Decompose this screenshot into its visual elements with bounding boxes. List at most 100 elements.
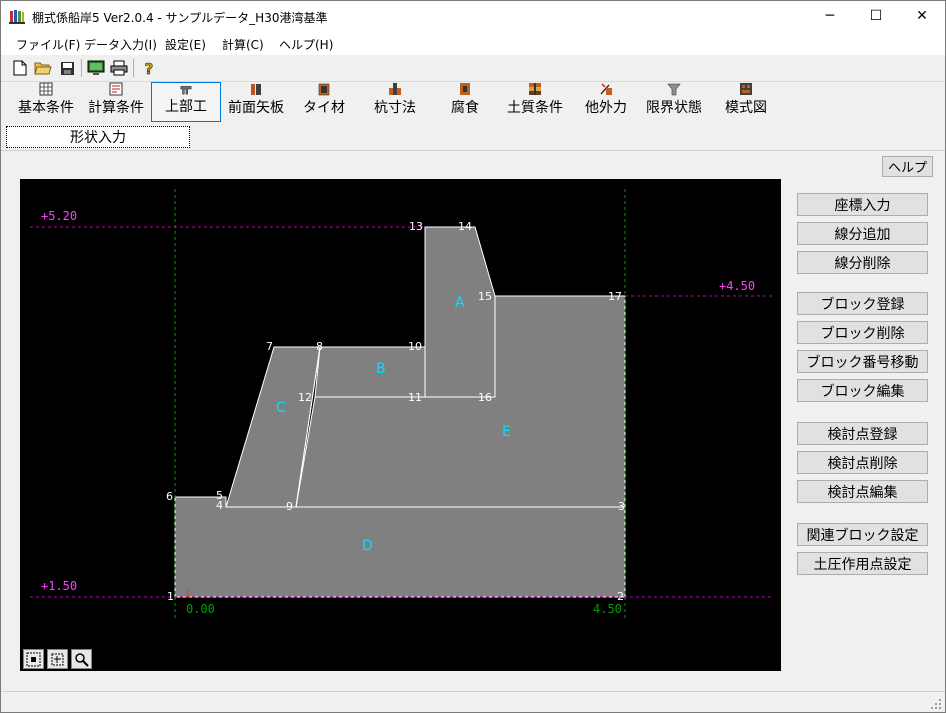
tab-limit-states[interactable]: 限界状態 — [639, 82, 709, 122]
zoom-area-button[interactable] — [47, 649, 68, 669]
tab-basic-conditions[interactable]: 基本条件 — [7, 82, 85, 122]
svg-text:?: ? — [145, 60, 154, 76]
schematic-icon — [740, 83, 752, 95]
tab-corrosion[interactable]: 腐食 — [436, 82, 494, 122]
point-label[interactable]: 17 — [608, 290, 622, 303]
tab-tie-material[interactable]: タイ材 — [294, 82, 354, 122]
point-label[interactable]: 7 — [266, 340, 273, 353]
tab-front-sheet-pile[interactable]: 前面矢板 — [223, 82, 289, 122]
block-label-c[interactable]: C — [276, 400, 286, 416]
menu-file[interactable]: ファイル(F) — [16, 36, 80, 53]
tab-label: 基本条件 — [18, 100, 74, 116]
menu-calculate[interactable]: 計算(C) — [222, 36, 264, 53]
register-check-point-button[interactable]: 検討点登録 — [797, 422, 928, 445]
tab-label: 前面矢板 — [228, 100, 284, 116]
point-label[interactable]: 8 — [316, 340, 323, 353]
tab-label: 限界状態 — [646, 100, 702, 116]
tab-superstructure[interactable]: 上部工 — [151, 82, 221, 122]
point-label[interactable]: 16 — [478, 391, 492, 404]
point-label[interactable]: 15 — [478, 290, 492, 303]
zoom-area-icon — [51, 653, 64, 665]
app-logo-icon — [9, 10, 25, 24]
menu-data-input[interactable]: データ入力(I) — [84, 36, 157, 53]
status-bar — [1, 691, 945, 713]
point-label[interactable]: 9 — [286, 500, 293, 513]
monitor-icon[interactable] — [86, 58, 106, 78]
block-label-d[interactable]: D — [362, 538, 373, 554]
tab-calc-conditions[interactable]: 計算条件 — [84, 82, 148, 122]
other-forces-icon — [600, 83, 612, 95]
point-label[interactable]: 10 — [408, 340, 422, 353]
calc-conditions-icon — [109, 82, 123, 96]
drawing-canvas[interactable]: +5.20 +4.50 +1.50 0.00 4.50 A B C D E 13… — [20, 179, 781, 671]
point-label[interactable]: 13 — [409, 220, 423, 233]
zoom-magnify-button[interactable] — [71, 649, 92, 669]
subtab-shape-input[interactable]: 形状入力 — [6, 126, 190, 148]
tab-soil-conditions[interactable]: 土質条件 — [501, 82, 569, 122]
tab-label: タイ材 — [303, 100, 345, 116]
level-label-bottom: +1.50 — [41, 579, 77, 593]
tab-label: 計算条件 — [88, 100, 144, 116]
earth-pressure-point-settings-button[interactable]: 土圧作用点設定 — [797, 552, 928, 575]
maximize-button[interactable]: ☐ — [853, 1, 899, 31]
pile-dimensions-icon — [389, 83, 401, 95]
delete-block-button[interactable]: ブロック削除 — [797, 321, 928, 344]
new-file-icon[interactable] — [10, 58, 30, 78]
help-question-icon[interactable]: ? — [139, 58, 159, 78]
coord-input-button[interactable]: 座標入力 — [797, 193, 928, 216]
corrosion-icon — [460, 83, 470, 95]
block-d-shape[interactable] — [174, 496, 626, 598]
minimize-button[interactable]: ─ — [807, 1, 853, 31]
menu-help[interactable]: ヘルプ(H) — [279, 36, 333, 53]
move-block-number-button[interactable]: ブロック番号移動 — [797, 350, 928, 373]
block-a-shape[interactable] — [424, 226, 496, 398]
tab-other-forces[interactable]: 他外力 — [575, 82, 637, 122]
open-folder-icon[interactable] — [33, 58, 53, 78]
menu-bar: ファイル(F) データ入力(I) 設定(E) 計算(C) ヘルプ(H) — [1, 31, 945, 55]
main-tabs: 基本条件 計算条件 上部工 前面矢板 タイ材 杭寸法 腐食 土質条件 他外力 限… — [1, 82, 945, 122]
tab-label: 土質条件 — [507, 100, 563, 116]
help-button[interactable]: ヘルプ — [882, 156, 933, 177]
close-button[interactable]: ✕ — [899, 1, 945, 31]
save-icon[interactable] — [57, 58, 77, 78]
tie-material-icon — [318, 83, 330, 96]
point-label[interactable]: 12 — [298, 391, 312, 404]
point-label[interactable]: 4 — [216, 499, 223, 512]
zoom-fit-icon — [26, 652, 41, 666]
tab-pile-dimensions[interactable]: 杭寸法 — [364, 82, 426, 122]
x-label-right: 4.50 — [593, 602, 622, 616]
menu-settings[interactable]: 設定(E) — [165, 36, 206, 53]
point-label[interactable]: 2 — [617, 590, 624, 603]
add-segment-button[interactable]: 線分追加 — [797, 222, 928, 245]
origin-point-label[interactable]: 1 — [184, 587, 191, 600]
register-block-button[interactable]: ブロック登録 — [797, 292, 928, 315]
point-label[interactable]: 1 — [167, 590, 174, 603]
delete-check-point-button[interactable]: 検討点削除 — [797, 451, 928, 474]
resize-grip-icon[interactable] — [930, 698, 942, 710]
zoom-fit-button[interactable] — [23, 649, 44, 669]
toolbar-separator — [133, 59, 134, 77]
print-icon[interactable] — [109, 58, 129, 78]
superstructure-icon — [180, 86, 192, 95]
related-block-settings-button[interactable]: 関連ブロック設定 — [797, 523, 928, 546]
block-label-a[interactable]: A — [455, 295, 465, 311]
level-label-top: +5.20 — [41, 209, 77, 223]
edit-block-button[interactable]: ブロック編集 — [797, 379, 928, 402]
tab-label: 杭寸法 — [374, 100, 416, 116]
edit-check-point-button[interactable]: 検討点編集 — [797, 480, 928, 503]
tab-schematic[interactable]: 模式図 — [715, 82, 777, 122]
block-label-b[interactable]: B — [376, 361, 386, 377]
tab-label: 上部工 — [165, 99, 207, 115]
block-label-e[interactable]: E — [502, 424, 511, 440]
delete-segment-button[interactable]: 線分削除 — [797, 251, 928, 274]
point-label[interactable]: 14 — [458, 220, 472, 233]
toolbar-separator — [81, 59, 82, 77]
point-label[interactable]: 6 — [166, 490, 173, 503]
x-label-left: 0.00 — [186, 602, 215, 616]
tab-label: 模式図 — [725, 100, 767, 116]
shape-blocks — [174, 226, 626, 598]
point-label[interactable]: 11 — [408, 391, 422, 404]
toolbar: ? — [1, 55, 945, 82]
block-b-shape[interactable] — [314, 346, 426, 398]
point-label[interactable]: 3 — [618, 500, 625, 513]
